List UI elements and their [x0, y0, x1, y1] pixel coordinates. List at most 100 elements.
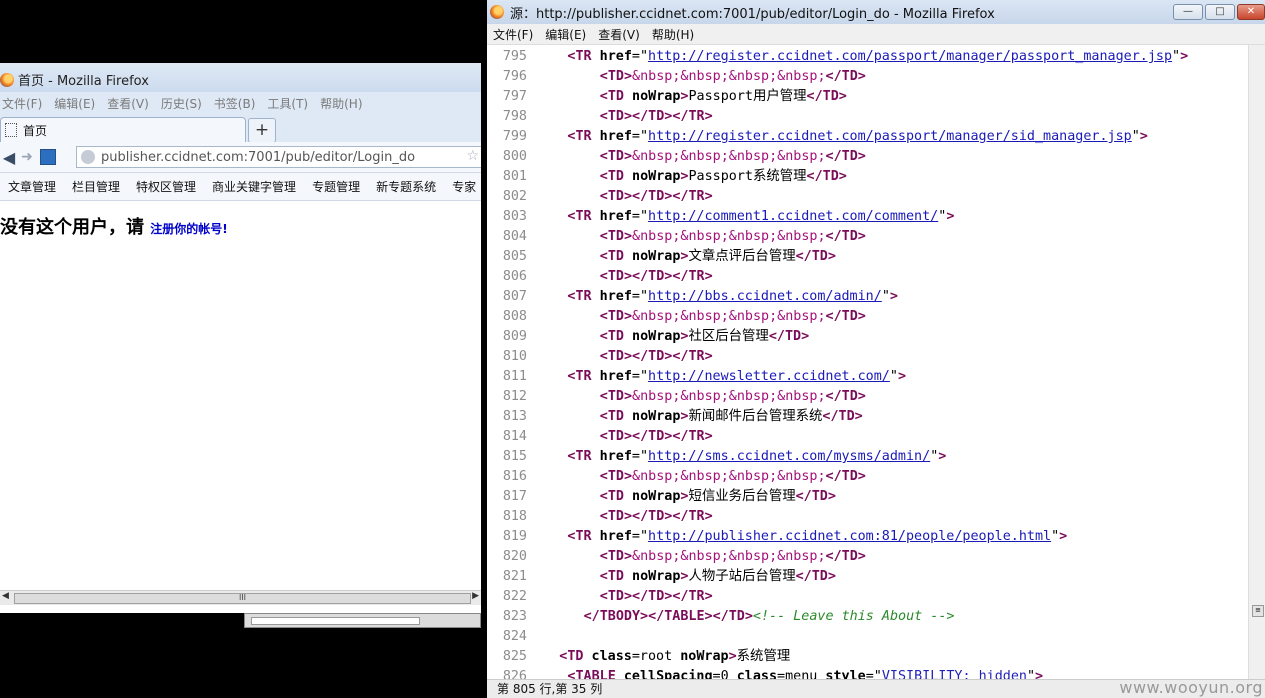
menu-bookmarks[interactable]: 书签(B) [214, 95, 256, 112]
source-link[interactable]: http://register.ccidnet.com/passport/man… [648, 49, 1172, 64]
bookmark-keyword-manage[interactable]: 商业关键字管理 [212, 178, 296, 195]
page-content: 没有这个用户，请 注册你的帐号! [0, 208, 481, 593]
bookmark-topic-manage[interactable]: 专题管理 [312, 178, 360, 195]
line-number: 796 [502, 69, 527, 84]
code-line: 811 <TR href="http://newsletter.ccidnet.c… [487, 367, 906, 387]
line-number: 817 [502, 489, 527, 504]
code-line: 807 <TR href="http://bbs.ccidnet.com/admi… [487, 287, 898, 307]
code-line: 802 <TD></TD></TR> [487, 187, 713, 207]
code-text: <TD></TD></TR> [599, 589, 713, 604]
maximize-button[interactable]: □ [1205, 4, 1235, 20]
new-tab-button[interactable]: + [248, 118, 276, 143]
horizontal-scrollbar[interactable]: ◀ III ▶ [0, 590, 481, 605]
source-link[interactable]: http://bbs.ccidnet.com/admin/ [648, 289, 882, 304]
line-number: 798 [502, 109, 527, 124]
line-number: 797 [502, 89, 527, 104]
close-button[interactable]: ✕ [1237, 4, 1265, 20]
line-number: 815 [502, 449, 527, 464]
code-text: <TR href="http://register.ccidnet.com/pa… [567, 49, 1189, 64]
menu-help[interactable]: 帮助(H) [652, 26, 694, 43]
code-line: 805 <TD noWrap>文章点评后台管理</TD> [487, 247, 836, 267]
firefox-logo-icon [490, 5, 504, 19]
bookmark-article-manage[interactable]: 文章管理 [8, 178, 56, 195]
scroll-right-icon[interactable]: ▶ [472, 591, 479, 601]
code-line: 812 <TD>&nbsp;&nbsp;&nbsp;&nbsp;</TD> [487, 387, 866, 407]
code-text: <TABLE cellSpacing=0 class=menu style="V… [567, 669, 1044, 679]
line-number: 822 [502, 589, 527, 604]
scroll-grip-icon[interactable]: ≡ [1252, 605, 1264, 617]
menu-history[interactable]: 历史(S) [161, 95, 202, 112]
source-link[interactable]: http://newsletter.ccidnet.com/ [648, 369, 890, 384]
source-code-view[interactable]: 795 <TR href="http://register.ccidnet.com… [487, 45, 1249, 679]
vertical-scrollbar[interactable]: ≡ [1248, 45, 1265, 679]
code-line: 816 <TD>&nbsp;&nbsp;&nbsp;&nbsp;</TD> [487, 467, 866, 487]
line-number: 820 [502, 549, 527, 564]
line-number: 823 [502, 609, 527, 624]
bookmark-column-manage[interactable]: 栏目管理 [72, 178, 120, 195]
code-line: 815 <TR href="http://sms.ccidnet.com/mysm… [487, 447, 947, 467]
browser-window: 首页 - Mozilla Firefox 文件(F) 编辑(E) 查看(V) 历… [0, 63, 481, 613]
bookmark-privilege-manage[interactable]: 特权区管理 [136, 178, 196, 195]
source-link[interactable]: http://publisher.ccidnet.com:81/people/p… [648, 529, 1051, 544]
site-identity-icon[interactable] [40, 149, 56, 165]
line-number: 800 [502, 149, 527, 164]
code-line: 806 <TD></TD></TR> [487, 267, 713, 287]
cursor-position: 第 805 行,第 35 列 [497, 682, 603, 696]
line-number: 813 [502, 409, 527, 424]
line-number: 819 [502, 529, 527, 544]
code-line: 813 <TD noWrap>新闻邮件后台管理系统</TD> [487, 407, 863, 427]
menu-file[interactable]: 文件(F) [493, 26, 533, 43]
forward-arrow-icon[interactable]: ➜ [18, 149, 36, 165]
source-window-title: 源：http://publisher.ccidnet.com:7001/pub/… [510, 6, 995, 22]
bookmark-expert[interactable]: 专家 [452, 178, 476, 195]
code-text: <TR href="http://register.ccidnet.com/pa… [567, 129, 1148, 144]
source-link[interactable]: http://sms.ccidnet.com/mysms/admin/ [648, 449, 930, 464]
menu-file[interactable]: 文件(F) [2, 95, 42, 112]
menu-edit[interactable]: 编辑(E) [545, 26, 586, 43]
code-line: 821 <TD noWrap>人物子站后台管理</TD> [487, 567, 836, 587]
menu-view[interactable]: 查看(V) [598, 26, 640, 43]
code-text: <TR href="http://sms.ccidnet.com/mysms/a… [567, 449, 947, 464]
line-number: 804 [502, 229, 527, 244]
code-line: 797 <TD noWrap>Passport用户管理</TD> [487, 87, 847, 107]
code-line: 810 <TD></TD></TR> [487, 347, 713, 367]
source-link[interactable]: http://comment1.ccidnet.com/comment/ [648, 209, 938, 224]
blank-page-icon [5, 123, 17, 137]
register-link[interactable]: 注册你的帐号! [150, 222, 227, 236]
error-message: 没有这个用户，请 注册你的帐号! [0, 213, 228, 239]
menu-tools[interactable]: 工具(T) [267, 95, 308, 112]
line-number: 816 [502, 469, 527, 484]
url-bar[interactable]: publisher.ccidnet.com:7001/pub/editor/Lo… [76, 146, 481, 168]
bookmark-new-topic-system[interactable]: 新专题系统 [376, 178, 436, 195]
line-number: 818 [502, 509, 527, 524]
scroll-left-icon[interactable]: ◀ [2, 591, 9, 601]
url-text: publisher.ccidnet.com:7001/pub/editor/Lo… [101, 149, 416, 165]
scroll-thumb[interactable]: III [14, 593, 471, 604]
tab-label: 首页 [23, 123, 48, 138]
code-text: <TD>&nbsp;&nbsp;&nbsp;&nbsp;</TD> [599, 229, 866, 244]
code-text: <TD>&nbsp;&nbsp;&nbsp;&nbsp;</TD> [599, 549, 866, 564]
menu-edit[interactable]: 编辑(E) [54, 95, 95, 112]
code-line: 801 <TD noWrap>Passport系统管理</TD> [487, 167, 847, 187]
code-line: 814 <TD></TD></TR> [487, 427, 713, 447]
bookmark-star-icon[interactable]: ☆ [466, 148, 479, 164]
tab-home[interactable]: 首页 [0, 117, 246, 142]
code-text: <TD>&nbsp;&nbsp;&nbsp;&nbsp;</TD> [599, 469, 866, 484]
window-title: 首页 - Mozilla Firefox [18, 74, 149, 89]
code-line: 824 [487, 627, 527, 647]
code-line: 817 <TD noWrap>短信业务后台管理</TD> [487, 487, 836, 507]
code-line: 799 <TR href="http://register.ccidnet.com… [487, 127, 1148, 147]
code-text: <TD></TD></TR> [599, 189, 713, 204]
line-number: 811 [502, 369, 527, 384]
code-line: 796 <TD>&nbsp;&nbsp;&nbsp;&nbsp;</TD> [487, 67, 866, 87]
code-text: <TD>&nbsp;&nbsp;&nbsp;&nbsp;</TD> [599, 309, 866, 324]
menu-view[interactable]: 查看(V) [107, 95, 149, 112]
line-number: 795 [502, 49, 527, 64]
minimize-button[interactable]: — [1173, 4, 1203, 20]
view-source-window: 源：http://publisher.ccidnet.com:7001/pub/… [487, 0, 1265, 698]
code-line: 795 <TR href="http://register.ccidnet.com… [487, 47, 1188, 67]
code-text: <TD class=root noWrap>系统管理 [559, 649, 791, 664]
back-arrow-icon[interactable]: ◀ [0, 148, 18, 167]
source-link[interactable]: http://register.ccidnet.com/passport/man… [648, 129, 1132, 144]
menu-help[interactable]: 帮助(H) [320, 95, 362, 112]
